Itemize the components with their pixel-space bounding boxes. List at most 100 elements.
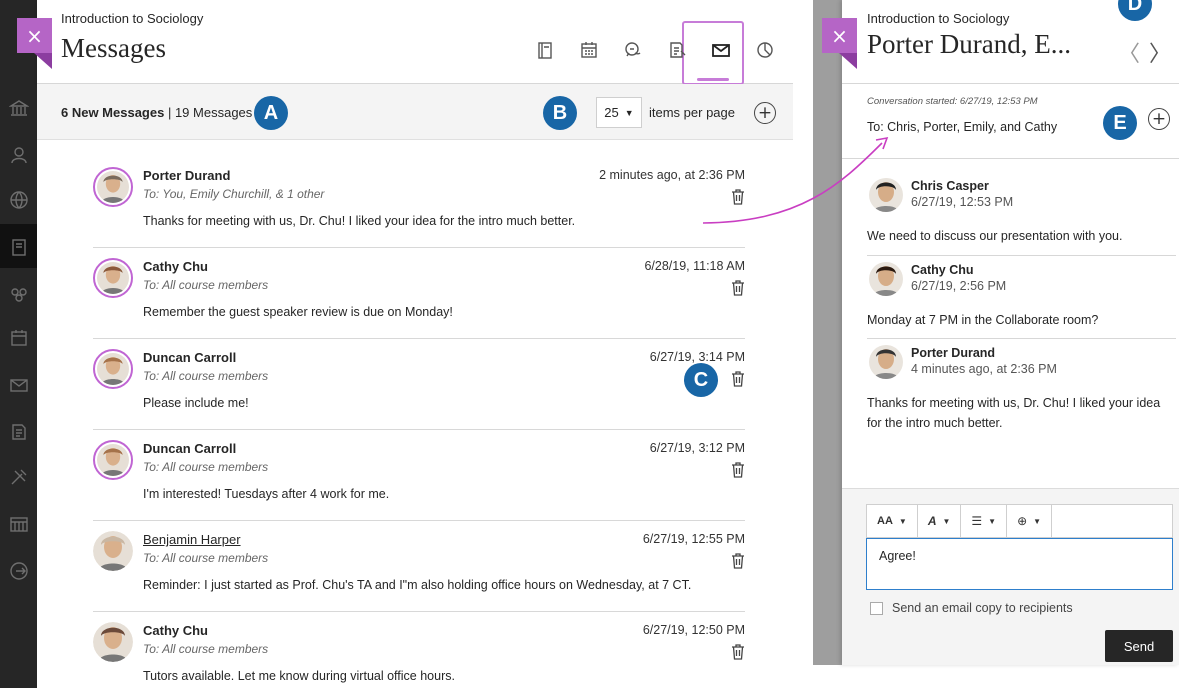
counts-separator: | bbox=[164, 105, 175, 120]
message-time: 6/27/19, 12:55 PM bbox=[642, 532, 745, 546]
tools-icon[interactable] bbox=[8, 466, 30, 488]
message-preview: Please include me! bbox=[143, 396, 249, 410]
list-button[interactable]: ☰ ▼ bbox=[961, 505, 1008, 537]
avatar-image bbox=[97, 353, 129, 385]
message-row[interactable]: Duncan Carroll To: All course members Plea… bbox=[93, 339, 745, 430]
items-per-page-select[interactable]: 25 ▼ bbox=[596, 97, 642, 128]
new-message-button[interactable]: + bbox=[754, 102, 776, 124]
reply-composer: AA ▼ A ▼ ☰ ▼ ⊕ ▼ Agree! Send an email copy t… bbox=[842, 488, 1179, 665]
email-copy-label: Send an email copy to recipients bbox=[892, 601, 1073, 615]
scheduler-icon[interactable] bbox=[8, 513, 30, 535]
caret-down-icon: ▼ bbox=[1033, 516, 1042, 526]
close-tab-fold bbox=[34, 53, 52, 69]
messages-toolbar: 6 New Messages | 19 Messages 25 ▼ items p… bbox=[37, 84, 793, 140]
message-recipients: To: You, Emily Churchill, & 1 other bbox=[143, 187, 325, 201]
panel-gap bbox=[793, 0, 813, 688]
course-breadcrumb[interactable]: Introduction to Sociology bbox=[61, 11, 203, 26]
chevron-left-icon: 〈 bbox=[1118, 42, 1141, 67]
message-row[interactable]: Porter Durand To: You, Emily Churchill, &… bbox=[93, 157, 745, 248]
avatar-image bbox=[93, 622, 133, 662]
font-style-button[interactable]: A ▼ bbox=[918, 505, 962, 537]
message-recipients: To: All course members bbox=[143, 460, 269, 474]
organizations-icon[interactable] bbox=[8, 284, 30, 306]
avatar bbox=[93, 440, 133, 480]
signout-icon[interactable] bbox=[8, 560, 30, 582]
analytics-icon[interactable] bbox=[743, 36, 787, 64]
previous-conversation-button[interactable]: 〈 bbox=[1118, 36, 1140, 68]
caret-down-icon: ▼ bbox=[942, 516, 951, 526]
plus-icon: + bbox=[757, 102, 773, 123]
avatar bbox=[869, 262, 903, 296]
profile-icon[interactable] bbox=[8, 144, 30, 166]
per-page-label: items per page bbox=[649, 105, 735, 120]
conversation-started: Conversation started: 6/27/19, 12:53 PM bbox=[867, 96, 1038, 107]
messages-icon[interactable] bbox=[699, 36, 743, 64]
delete-icon[interactable] bbox=[731, 189, 745, 205]
per-page-value: 25 bbox=[604, 105, 619, 120]
avatar bbox=[93, 622, 133, 662]
reply-editor[interactable]: Agree! bbox=[866, 538, 1173, 590]
close-panel-button[interactable]: × bbox=[17, 18, 52, 53]
delete-icon[interactable] bbox=[731, 371, 745, 387]
courses-icon[interactable] bbox=[8, 236, 30, 258]
font-size-button[interactable]: AA ▼ bbox=[867, 505, 918, 537]
caret-down-icon: ▼ bbox=[624, 107, 634, 118]
message-sender[interactable]: Benjamin Harper bbox=[143, 532, 241, 547]
plus-icon: + bbox=[1151, 108, 1167, 129]
message-row[interactable]: Benjamin Harper To: All course members Rem… bbox=[93, 521, 745, 612]
delete-icon[interactable] bbox=[731, 462, 745, 478]
message-time: 2 minutes ago, at 2:36 PM bbox=[599, 168, 745, 182]
email-copy-checkbox[interactable] bbox=[870, 602, 883, 615]
divider bbox=[842, 158, 1179, 159]
caret-down-icon: ▼ bbox=[988, 516, 997, 526]
course-tools bbox=[523, 36, 787, 64]
calendar-icon[interactable] bbox=[8, 327, 30, 349]
font-size-icon: AA bbox=[877, 515, 893, 527]
insert-button[interactable]: ⊕ ▼ bbox=[1007, 505, 1053, 537]
send-button[interactable]: Send bbox=[1105, 630, 1173, 662]
content-icon[interactable] bbox=[523, 36, 567, 64]
active-tab-underline bbox=[697, 78, 729, 81]
course-breadcrumb[interactable]: Introduction to Sociology bbox=[867, 11, 1009, 26]
message-row[interactable]: Cathy Chu To: All course members Tutors av… bbox=[93, 612, 745, 688]
grades-icon[interactable] bbox=[8, 421, 30, 443]
base-navigation bbox=[0, 0, 37, 688]
message-counts: 6 New Messages | 19 Messages bbox=[61, 105, 252, 120]
list-icon: ☰ bbox=[971, 514, 983, 528]
avatar bbox=[93, 258, 133, 298]
thread-body: Thanks for meeting with us, Dr. Chu! I l… bbox=[867, 396, 1161, 430]
close-conversation-button[interactable]: × bbox=[822, 18, 857, 53]
message-row[interactable]: Duncan Carroll To: All course members I'm … bbox=[93, 430, 745, 521]
screen: × Introduction to Sociology Messages 6 N… bbox=[0, 0, 1179, 688]
delete-icon[interactable] bbox=[731, 553, 745, 569]
message-time: 6/27/19, 3:14 PM bbox=[649, 350, 745, 364]
gradebook-icon[interactable] bbox=[655, 36, 699, 64]
messages-icon[interactable] bbox=[8, 374, 30, 396]
message-time: 6/27/19, 3:12 PM bbox=[649, 441, 745, 455]
thread-time: 6/27/19, 2:56 PM bbox=[911, 279, 1007, 293]
next-conversation-button[interactable]: 〉 bbox=[1149, 36, 1171, 68]
new-messages-count: 6 New Messages bbox=[61, 105, 165, 120]
delete-icon[interactable] bbox=[731, 644, 745, 660]
thread-time: 4 minutes ago, at 2:36 PM bbox=[911, 362, 1057, 376]
institution-icon[interactable] bbox=[8, 97, 30, 119]
avatar-image bbox=[97, 444, 129, 476]
message-preview: I'm interested! Tuesdays after 4 work fo… bbox=[143, 487, 390, 501]
callout-badge-c: C bbox=[684, 363, 718, 397]
add-recipient-button[interactable]: + bbox=[1148, 108, 1170, 130]
globe-icon[interactable] bbox=[8, 189, 30, 211]
delete-icon[interactable] bbox=[731, 280, 745, 296]
thread-body: Monday at 7 PM in the Collaborate room? bbox=[867, 313, 1099, 327]
divider bbox=[867, 338, 1176, 339]
message-sender: Cathy Chu bbox=[143, 259, 208, 274]
message-row[interactable]: Cathy Chu To: All course members Remember … bbox=[93, 248, 745, 339]
avatar-image bbox=[93, 531, 133, 571]
avatar bbox=[93, 531, 133, 571]
thread-time: 6/27/19, 12:53 PM bbox=[911, 195, 1014, 209]
discussions-icon[interactable] bbox=[611, 36, 655, 64]
calendar-icon[interactable] bbox=[567, 36, 611, 64]
avatar-image bbox=[97, 262, 129, 294]
message-preview: Tutors available. Let me know during vir… bbox=[143, 669, 455, 683]
avatar bbox=[93, 349, 133, 389]
messages-panel: × Introduction to Sociology Messages 6 N… bbox=[17, 0, 793, 688]
